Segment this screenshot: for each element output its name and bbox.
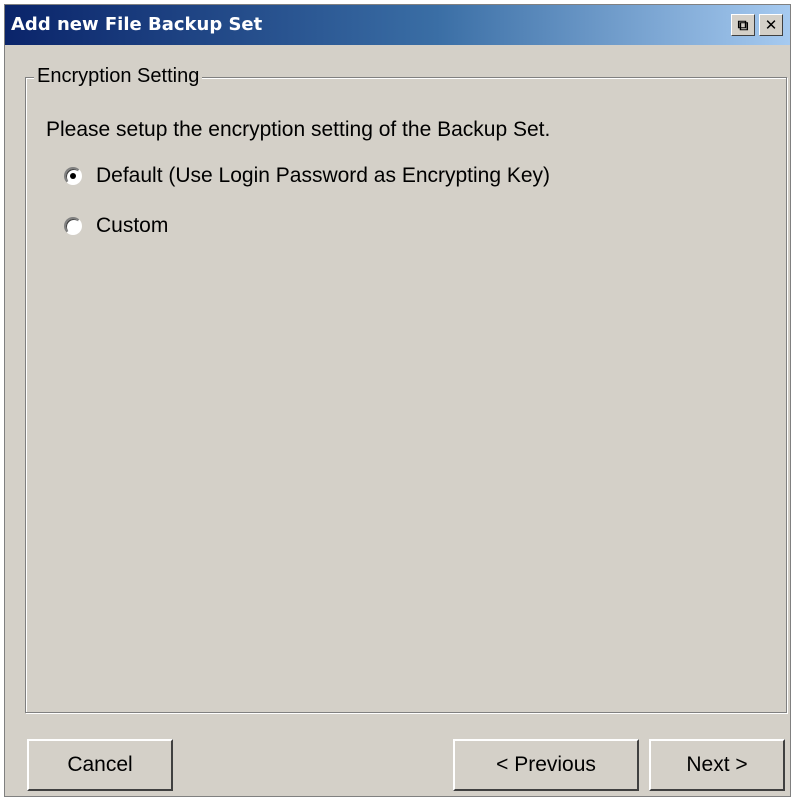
restore-window-button[interactable]: ⧉ bbox=[731, 14, 755, 36]
group-legend: Encryption Setting bbox=[34, 65, 203, 88]
cancel-button[interactable]: Cancel bbox=[27, 739, 173, 791]
previous-button[interactable]: < Previous bbox=[453, 739, 639, 791]
close-button[interactable]: ✕ bbox=[759, 14, 783, 36]
encryption-setting-group: Encryption Setting Please setup the encr… bbox=[25, 65, 787, 713]
instruction-text: Please setup the encryption setting of t… bbox=[46, 118, 551, 141]
radio-label-custom: Custom bbox=[96, 214, 169, 237]
add-backup-set-dialog: Add new File Backup Set ⧉ ✕ Encryption S… bbox=[4, 4, 791, 797]
radio-button-default[interactable] bbox=[64, 167, 82, 185]
radio-label-default: Default (Use Login Password as Encryptin… bbox=[96, 164, 551, 187]
next-button[interactable]: Next > bbox=[649, 739, 785, 791]
radio-option-custom[interactable]: Custom bbox=[64, 214, 168, 238]
title-bar[interactable]: Add new File Backup Set ⧉ ✕ bbox=[5, 5, 790, 45]
restore-window-icon: ⧉ bbox=[737, 16, 749, 34]
radio-button-custom[interactable] bbox=[64, 217, 82, 235]
window-title: Add new File Backup Set bbox=[11, 14, 263, 35]
close-icon: ✕ bbox=[764, 16, 778, 34]
radio-option-default[interactable]: Default (Use Login Password as Encryptin… bbox=[64, 164, 550, 188]
